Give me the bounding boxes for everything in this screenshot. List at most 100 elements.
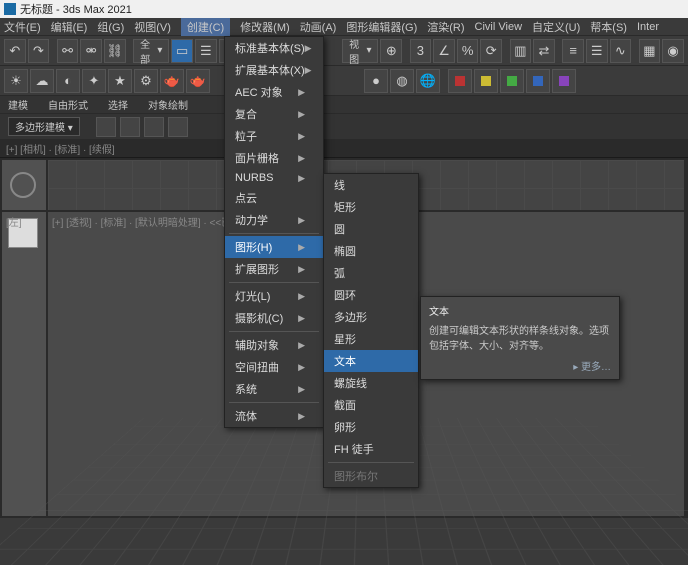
menu-file[interactable]: 文件(E) (4, 19, 41, 35)
shape-item[interactable]: 矩形 (324, 196, 418, 218)
menu-group[interactable]: 组(G) (97, 19, 124, 35)
shape-item[interactable]: 文本 (324, 350, 418, 372)
angle-snap-button[interactable]: ∠ (433, 39, 455, 63)
glow-icon[interactable]: ✦ (82, 69, 106, 93)
create-menu-dropdown: 标准基本体(S)▶扩展基本体(X)▶AEC 对象▶复合▶粒子▶面片栅格▶NURB… (224, 36, 324, 428)
create-item[interactable]: NURBS▶ (225, 169, 323, 187)
quality-icon[interactable]: ◐ (56, 69, 80, 93)
teapot-icon[interactable]: 🫖 (160, 69, 184, 93)
polymodel-dropdown[interactable]: 多边形建模 ▾ (8, 117, 80, 136)
link-icon[interactable]: ⚯ (57, 39, 79, 63)
layer-icon[interactable]: ☰ (586, 39, 608, 63)
tab-select[interactable]: 选择 (108, 97, 128, 112)
material-editor-button[interactable]: ◉ (662, 39, 684, 63)
create-item[interactable]: 空间扭曲▶ (225, 356, 323, 378)
ref-coord-dropdown[interactable]: 视图 ▾ (342, 39, 378, 63)
main-toolbar: ↶ ↷ ⚯ ⚮ ⛓ 全部 ▾ ▭ ☰ ▢ 视图 ▾ ⊕ 3 ∠ % ⟳ ▥ ⇄ … (0, 36, 688, 66)
create-item[interactable]: 复合▶ (225, 103, 323, 125)
menu-civilview[interactable]: Civil View (475, 21, 522, 33)
create-item[interactable]: 系统▶ (225, 378, 323, 400)
mirror-button[interactable]: ⇄ (533, 39, 555, 63)
sun-icon[interactable]: ☀ (4, 69, 28, 93)
create-item[interactable]: 面片栅格▶ (225, 147, 323, 169)
spinner-snap-button[interactable]: ⟳ (480, 39, 502, 63)
tooltip-more-link[interactable]: ▸ 更多… (429, 358, 611, 373)
shape-item[interactable]: 椭圆 (324, 240, 418, 262)
viewcube-icon[interactable] (10, 172, 36, 198)
create-item[interactable]: 图形(H)▶ (225, 236, 323, 258)
poly-icon-2[interactable] (120, 117, 140, 137)
poly-icon-4[interactable] (168, 117, 188, 137)
shape-item[interactable]: FH 徒手 (324, 438, 418, 460)
shape-item[interactable]: 螺旋线 (324, 372, 418, 394)
sphere-icon[interactable]: ● (364, 69, 388, 93)
chip-purple[interactable] (552, 69, 576, 93)
chip-blue[interactable] (526, 69, 550, 93)
menu-inter[interactable]: Inter (637, 21, 659, 33)
chip-red[interactable] (448, 69, 472, 93)
create-item[interactable]: 扩展图形▶ (225, 258, 323, 280)
unlink-icon[interactable]: ⚮ (80, 39, 102, 63)
shape-item[interactable]: 多边形 (324, 306, 418, 328)
render-setup-icon[interactable]: ⚙ (134, 69, 158, 93)
curve-editor-icon[interactable]: ∿ (610, 39, 632, 63)
shape-item[interactable]: 线 (324, 174, 418, 196)
viewport-label-bar: [+] [相机] · [标准] · [续假] (0, 140, 688, 158)
viewport-top-left[interactable] (2, 160, 46, 210)
percent-snap-button[interactable]: % (457, 39, 479, 63)
create-item[interactable]: 辅助对象▶ (225, 334, 323, 356)
secondary-toolbar: ☀ ☁ ◐ ✦ ★ ⚙ 🫖 🫖 ● ◍ 🌐 (0, 66, 688, 96)
menu-script[interactable]: 帮本(S) (590, 19, 627, 35)
shape-item[interactable]: 圆环 (324, 284, 418, 306)
create-item[interactable]: 扩展基本体(X)▶ (225, 59, 323, 81)
select-object-button[interactable]: ▭ (171, 39, 193, 63)
menu-render[interactable]: 渲染(R) (427, 19, 464, 35)
create-item[interactable]: 标准基本体(S)▶ (225, 37, 323, 59)
poly-icon-3[interactable] (144, 117, 164, 137)
tab-objectpaint[interactable]: 对象绘制 (148, 97, 188, 112)
menu-view[interactable]: 视图(V) (134, 19, 171, 35)
viewport-bl-label: [左] (6, 214, 22, 229)
tab-freeform[interactable]: 自由形式 (48, 97, 88, 112)
menu-create[interactable]: 创建(C) (181, 18, 230, 36)
create-item[interactable]: 点云 (225, 187, 323, 209)
menu-customize[interactable]: 自定义(U) (532, 19, 580, 35)
menu-grapheditor[interactable]: 图形编辑器(G) (346, 19, 417, 35)
redo-button[interactable]: ↷ (28, 39, 50, 63)
sphere2-icon[interactable]: ◍ (390, 69, 414, 93)
tooltip-title: 文本 (429, 303, 611, 318)
menu-modifier[interactable]: 修改器(M) (240, 19, 290, 35)
shape-item[interactable]: 圆 (324, 218, 418, 240)
selection-filter-dropdown[interactable]: 全部 ▾ (133, 39, 169, 63)
menu-anim[interactable]: 动画(A) (300, 19, 337, 35)
teapot2-icon[interactable]: 🫖 (186, 69, 210, 93)
chip-yellow[interactable] (474, 69, 498, 93)
create-item[interactable]: 流体▶ (225, 405, 323, 427)
shape-item[interactable]: 弧 (324, 262, 418, 284)
create-item[interactable]: 动力学▶ (225, 209, 323, 231)
schematic-icon[interactable]: ▦ (639, 39, 661, 63)
ribbon-tabs: 建模 自由形式 选择 对象绘制 (0, 96, 688, 114)
menu-edit[interactable]: 编辑(E) (51, 19, 88, 35)
undo-button[interactable]: ↶ (4, 39, 26, 63)
star-icon[interactable]: ★ (108, 69, 132, 93)
align-button[interactable]: ≡ (562, 39, 584, 63)
shape-item[interactable]: 星形 (324, 328, 418, 350)
named-sel-icon[interactable]: ▥ (510, 39, 532, 63)
tab-modeling[interactable]: 建模 (8, 97, 28, 112)
create-item[interactable]: 摄影机(C)▶ (225, 307, 323, 329)
pivot-icon[interactable]: ⊕ (380, 39, 402, 63)
cloud-icon[interactable]: ☁ (30, 69, 54, 93)
shape-item[interactable]: 截面 (324, 394, 418, 416)
select-name-button[interactable]: ☰ (195, 39, 217, 63)
create-item[interactable]: 粒子▶ (225, 125, 323, 147)
create-item[interactable]: 灯光(L)▶ (225, 285, 323, 307)
shape-item[interactable]: 卵形 (324, 416, 418, 438)
create-item[interactable]: AEC 对象▶ (225, 81, 323, 103)
snap-toggle-button[interactable]: 3 (410, 39, 432, 63)
chip-green[interactable] (500, 69, 524, 93)
globe-icon[interactable]: 🌐 (416, 69, 440, 93)
poly-icon-1[interactable] (96, 117, 116, 137)
bind-icon[interactable]: ⛓ (104, 39, 126, 63)
viewport-bottom-left[interactable]: [左] (2, 212, 46, 516)
